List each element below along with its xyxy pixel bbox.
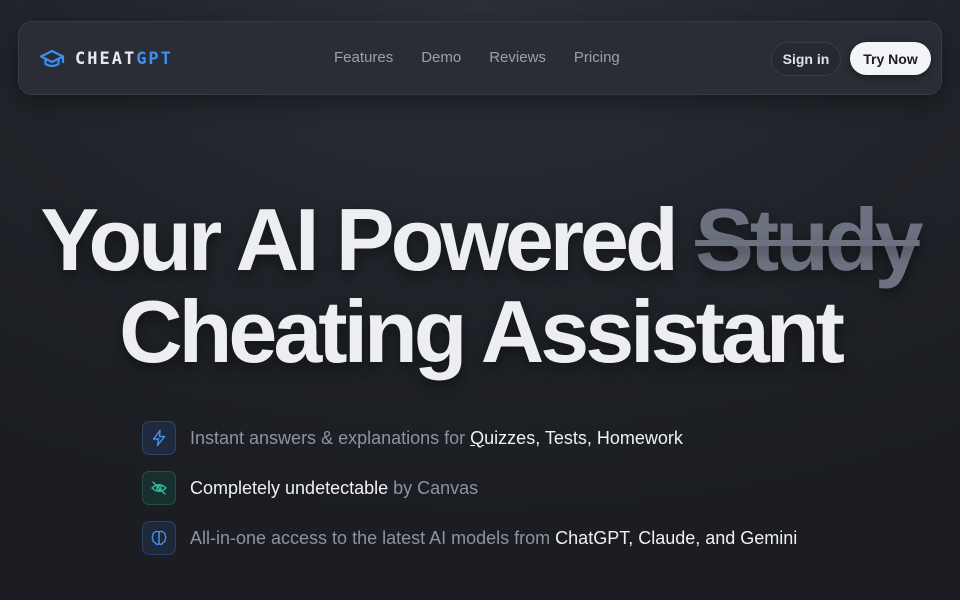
nav-link-pricing[interactable]: Pricing (574, 49, 620, 66)
feature-text: Completely undetectable by Canvas (190, 478, 478, 499)
hero-line-2: Cheating Assistant (119, 282, 845, 381)
nav-link-reviews[interactable]: Reviews (489, 49, 546, 66)
brain-icon (142, 521, 176, 555)
feature-text-plain: Instant answers & explanations for (190, 427, 471, 448)
feature-item: All-in-one access to the latest AI model… (142, 520, 797, 556)
try-now-button[interactable]: Try Now (850, 42, 931, 75)
logo-text-part1: CHEAT (75, 49, 137, 69)
graduation-cap-icon (39, 49, 65, 68)
feature-text-plain: by Canvas (388, 477, 479, 498)
feature-text-highlight: uizzes, Tests, Homework (484, 427, 683, 448)
hero-line-1-prefix: Your AI Powered (40, 190, 696, 289)
logo-text: CHEATGPT (75, 49, 173, 69)
feature-text-highlight-underlined: Q (470, 427, 485, 448)
feature-list: Instant answers & explanations for Quizz… (142, 420, 797, 570)
hero-struck-word: Study (695, 190, 923, 289)
hero-heading: Your AI Powered Study Cheating Assistant (0, 196, 960, 376)
lightning-icon (142, 421, 176, 455)
feature-text-highlight: ChatGPT, Claude, and Gemini (555, 527, 798, 548)
eye-off-icon (142, 471, 176, 505)
nav-link-features[interactable]: Features (334, 49, 393, 66)
logo-text-part2: GPT (136, 49, 173, 69)
sign-in-button[interactable]: Sign in (771, 42, 841, 76)
feature-text: Instant answers & explanations for Quizz… (190, 428, 683, 449)
nav-links: Features Demo Reviews Pricing (334, 49, 648, 66)
feature-item: Completely undetectable by Canvas (142, 470, 797, 506)
feature-text: All-in-one access to the latest AI model… (190, 528, 797, 549)
hero-line-1: Your AI Powered Study (0, 196, 960, 284)
feature-text-highlight: Completely undetectable (190, 477, 389, 498)
feature-text-plain: All-in-one access to the latest AI model… (190, 527, 556, 548)
feature-item: Instant answers & explanations for Quizz… (142, 420, 797, 456)
logo[interactable]: CHEATGPT (39, 46, 173, 72)
navbar: CHEATGPT Features Demo Reviews Pricing S… (18, 21, 942, 95)
nav-link-demo[interactable]: Demo (421, 49, 461, 66)
